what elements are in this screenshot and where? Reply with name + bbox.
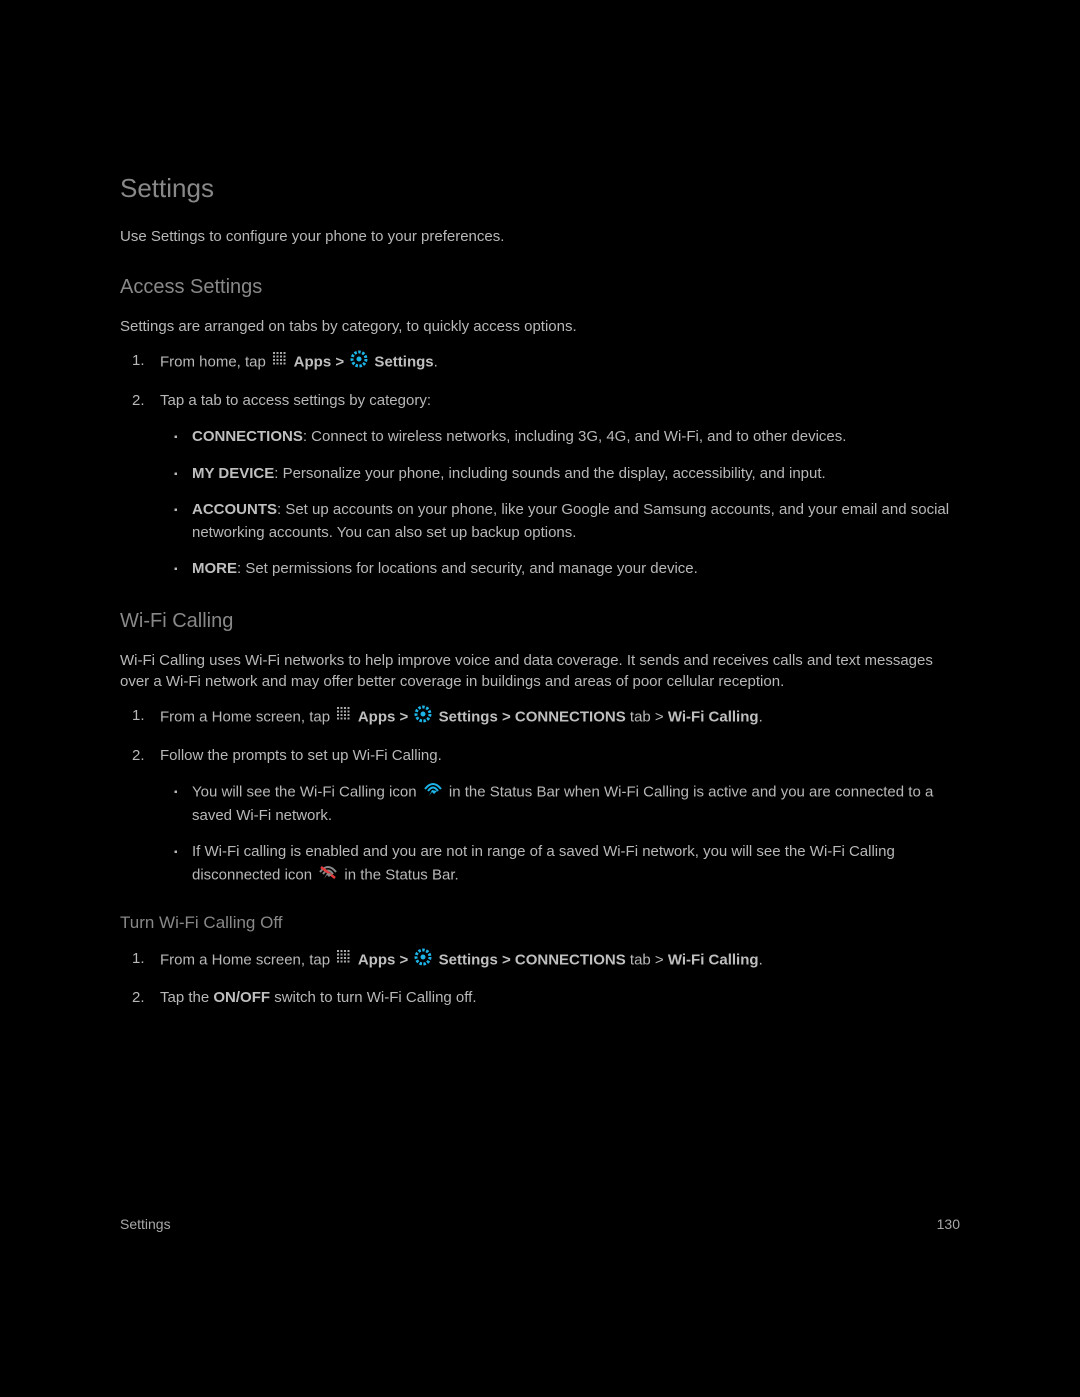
footer-section: Settings: [120, 1216, 171, 1232]
wifi-calling-intro: Wi-Fi Calling uses Wi-Fi networks to hel…: [120, 650, 960, 694]
settings-gear-icon: [414, 705, 432, 731]
access-settings-intro: Settings are arranged on tabs by categor…: [120, 316, 960, 338]
text: If Wi-Fi calling is enabled and you are …: [192, 843, 895, 883]
list-item: ACCOUNTS: Set up accounts on your phone,…: [192, 499, 960, 544]
list-item: From a Home screen, tap Apps > Settings …: [160, 948, 960, 974]
content-area: Settings Use Settings to configure your …: [108, 170, 972, 1010]
tabs-list: CONNECTIONS: Connect to wireless network…: [160, 426, 960, 581]
text: tab >: [626, 952, 668, 969]
page-footer: Settings 130: [120, 1216, 960, 1232]
text: From a Home screen, tap: [160, 709, 334, 726]
text: .: [759, 709, 763, 726]
settings-label: Settings > CONNECTIONS: [434, 952, 625, 969]
tab-label: ACCOUNTS: [192, 501, 277, 518]
list-item: MORE: Set permissions for locations and …: [192, 558, 960, 581]
access-settings-steps: From home, tap Apps > Settings. Tap a ta…: [120, 350, 960, 581]
tab-label: MY DEVICE: [192, 465, 274, 482]
page-intro: Use Settings to configure your phone to …: [120, 226, 960, 248]
list-item: If Wi-Fi calling is enabled and you are …: [192, 841, 960, 887]
heading-wifi-calling: Wi-Fi Calling: [120, 607, 960, 636]
settings-gear-icon: [414, 948, 432, 974]
onoff-label: ON/OFF: [213, 989, 270, 1006]
list-item: From a Home screen, tap Apps > Settings …: [160, 705, 960, 731]
list-item: CONNECTIONS: Connect to wireless network…: [192, 426, 960, 449]
text: From home, tap: [160, 354, 270, 371]
document-page: Settings Use Settings to configure your …: [108, 140, 972, 1250]
footer-page-number: 130: [937, 1216, 960, 1232]
settings-gear-icon: [350, 350, 368, 376]
apps-grid-icon: [272, 351, 288, 375]
apps-grid-icon: [336, 949, 352, 973]
text: From a Home screen, tap: [160, 952, 334, 969]
apps-label: Apps >: [354, 952, 412, 969]
text: Tap a tab to access settings by category…: [160, 392, 431, 409]
wifi-notes: You will see the Wi-Fi Calling icon in t…: [160, 781, 960, 887]
turn-off-steps: From a Home screen, tap Apps > Settings …: [120, 948, 960, 1010]
tab-desc: : Connect to wireless networks, includin…: [303, 428, 847, 445]
wifi-calling-active-icon: [423, 781, 443, 805]
wifi-calling-disconnected-icon: [318, 864, 338, 888]
settings-label: Settings: [370, 354, 433, 371]
text: You will see the Wi-Fi Calling icon: [192, 784, 421, 801]
text: Follow the prompts to set up Wi-Fi Calli…: [160, 747, 442, 764]
list-item: From home, tap Apps > Settings.: [160, 350, 960, 376]
text: .: [759, 952, 763, 969]
wifi-label: Wi-Fi Calling: [668, 952, 759, 969]
apps-label: Apps >: [290, 354, 348, 371]
text: switch to turn Wi-Fi Calling off.: [270, 989, 476, 1006]
list-item: Follow the prompts to set up Wi-Fi Calli…: [160, 745, 960, 888]
tab-desc: : Set permissions for locations and secu…: [237, 560, 698, 577]
text: .: [434, 354, 438, 371]
text: tab >: [626, 709, 668, 726]
tab-label: MORE: [192, 560, 237, 577]
settings-label: Settings > CONNECTIONS: [434, 709, 625, 726]
apps-grid-icon: [336, 706, 352, 730]
text: Tap the: [160, 989, 213, 1006]
text: in the Status Bar.: [340, 866, 458, 883]
apps-label: Apps >: [354, 709, 412, 726]
list-item: MY DEVICE: Personalize your phone, inclu…: [192, 463, 960, 486]
wifi-calling-steps: From a Home screen, tap Apps > Settings …: [120, 705, 960, 887]
heading-access-settings: Access Settings: [120, 273, 960, 302]
heading-turn-off: Turn Wi-Fi Calling Off: [120, 911, 960, 936]
list-item: Tap a tab to access settings by category…: [160, 390, 960, 581]
tab-desc: : Personalize your phone, including soun…: [274, 465, 825, 482]
list-item: You will see the Wi-Fi Calling icon in t…: [192, 781, 960, 827]
wifi-label: Wi-Fi Calling: [668, 709, 759, 726]
tab-label: CONNECTIONS: [192, 428, 303, 445]
page-title: Settings: [120, 170, 960, 208]
list-item: Tap the ON/OFF switch to turn Wi-Fi Call…: [160, 987, 960, 1010]
tab-desc: : Set up accounts on your phone, like yo…: [192, 501, 949, 541]
